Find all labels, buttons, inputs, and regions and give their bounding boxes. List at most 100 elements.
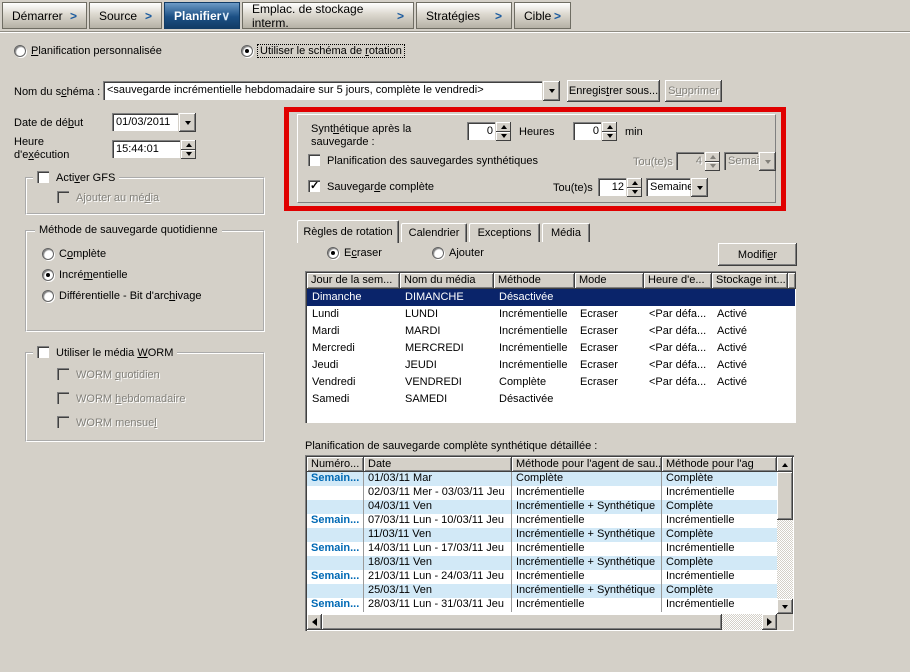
radio-overwrite[interactable]: Ecraser bbox=[327, 247, 382, 259]
wizard-tab-planifier[interactable]: Planifier ∨ bbox=[164, 2, 240, 29]
worm-monthly-checkbox: ✓ WORM mensuel bbox=[57, 416, 157, 429]
table-row[interactable]: 04/03/11 VenIncrémentielle + Synthétique… bbox=[307, 500, 777, 514]
cell-time: <Par défa... bbox=[644, 374, 712, 391]
scroll-right-button[interactable] bbox=[762, 614, 777, 630]
cell-mode: Ecraser bbox=[575, 306, 644, 323]
scroll-left-button[interactable] bbox=[307, 614, 322, 630]
table-row[interactable]: Semain...21/03/11 Lun - 24/03/11 JeuIncr… bbox=[307, 570, 777, 584]
tab-label: Exceptions bbox=[478, 227, 532, 239]
exec-time-spinner[interactable]: 15:44:01 bbox=[112, 140, 196, 159]
tab-label: Calendrier bbox=[409, 227, 460, 239]
scrollbar-thumb[interactable] bbox=[777, 472, 793, 520]
column-header-time[interactable]: Heure d'e... bbox=[644, 273, 712, 289]
table-row-lundi[interactable]: LundiLUNDIIncrémentielleEcraser<Par défa… bbox=[307, 306, 795, 323]
dropdown-button[interactable] bbox=[691, 178, 708, 197]
table-row[interactable]: Semain...14/03/11 Lun - 17/03/11 JeuIncr… bbox=[307, 542, 777, 556]
cell-date: 21/03/11 Lun - 24/03/11 Jeu bbox=[364, 570, 512, 584]
cell-second-method: Complète bbox=[662, 556, 777, 570]
table-row-mardi[interactable]: MardiMARDIIncrémentielleEcraser<Par défa… bbox=[307, 323, 795, 340]
tab-media[interactable]: Média bbox=[542, 223, 590, 242]
column-header-media[interactable]: Nom du média bbox=[400, 273, 494, 289]
spin-up-button[interactable] bbox=[181, 140, 196, 150]
wizard-tab-cible[interactable]: Cible > bbox=[514, 2, 571, 29]
next-arrow-icon: > bbox=[145, 9, 152, 23]
dropdown-button[interactable] bbox=[179, 113, 196, 132]
cell-method: Complète bbox=[494, 374, 575, 391]
synthetic-minutes-spinner[interactable]: 0 bbox=[573, 122, 617, 141]
synthetic-panel: Synthétique après la sauvegarde : 0 Heur… bbox=[297, 114, 776, 203]
wizard-tab-source[interactable]: Source > bbox=[89, 2, 162, 29]
full-backup-count-spinner[interactable]: 12 bbox=[598, 178, 642, 197]
spin-up-button[interactable] bbox=[602, 122, 617, 132]
wizard-tab-staging[interactable]: Emplac. de stockage interm. > bbox=[242, 2, 414, 29]
table-row-vendredi[interactable]: VendrediVENDREDIComplèteEcraser<Par défa… bbox=[307, 374, 795, 391]
tab-exceptions[interactable]: Exceptions bbox=[469, 223, 540, 242]
use-worm-checkbox[interactable]: ✓ Utiliser le média WORM bbox=[33, 346, 177, 359]
radio-method-incremental[interactable]: Incrémentielle bbox=[42, 269, 128, 281]
table-row[interactable]: Semain...07/03/11 Lun - 10/03/11 JeuIncr… bbox=[307, 514, 777, 528]
save-as-button[interactable]: Enregistrer sous... bbox=[567, 80, 660, 102]
column-header-date[interactable]: Date bbox=[364, 457, 512, 472]
modify-button[interactable]: Modifier bbox=[718, 243, 797, 266]
dropdown-button[interactable] bbox=[543, 81, 560, 101]
cell-mode: Ecraser bbox=[575, 374, 644, 391]
schema-name-combobox[interactable]: <sauvegarde incrémentielle hebdomadaire … bbox=[103, 81, 560, 101]
radio-custom-schedule[interactable]: Planification personnalisée bbox=[14, 45, 162, 57]
scrollbar-thumb[interactable] bbox=[322, 614, 722, 630]
column-header-second-method[interactable]: Méthode pour l'ag bbox=[662, 457, 777, 472]
radio-method-full[interactable]: Complète bbox=[42, 248, 106, 260]
checkbox-label: Planification des sauvegardes synthétiqu… bbox=[327, 155, 538, 167]
column-header-day[interactable]: Jour de la sem... bbox=[307, 273, 400, 289]
enable-gfs-checkbox[interactable]: ✓ Activer GFS bbox=[33, 171, 119, 184]
cell-week bbox=[307, 486, 364, 500]
spin-up-button[interactable] bbox=[627, 178, 642, 188]
tab-calendar[interactable]: Calendrier bbox=[401, 223, 467, 242]
table-row-jeudi[interactable]: JeudiJEUDIIncrémentielleEcraser<Par défa… bbox=[307, 357, 795, 374]
spin-down-icon bbox=[632, 190, 638, 194]
table-row[interactable]: Semain...28/03/11 Lun - 31/03/11 JeuIncr… bbox=[307, 598, 777, 612]
horizontal-scrollbar[interactable] bbox=[307, 614, 777, 630]
table-row[interactable]: 11/03/11 VenIncrémentielle + Synthétique… bbox=[307, 528, 777, 542]
gfs-groupbox: ✓ Activer GFS ✓ Ajouter au média bbox=[25, 177, 265, 215]
table-row[interactable]: 18/03/11 VenIncrémentielle + Synthétique… bbox=[307, 556, 777, 570]
synthetic-plan-checkbox[interactable]: ✓ Planification des sauvegardes synthéti… bbox=[308, 154, 538, 167]
table-row-mercredi[interactable]: MercrediMERCREDIIncrémentielleEcraser<Pa… bbox=[307, 340, 795, 357]
full-backup-unit-dropdown[interactable]: Semaine(s) bbox=[646, 178, 708, 197]
vertical-scrollbar[interactable] bbox=[777, 457, 793, 614]
spin-down-button[interactable] bbox=[627, 188, 642, 198]
cell-date: 25/03/11 Ven bbox=[364, 584, 512, 598]
column-header-agent-method[interactable]: Méthode pour l'agent de sau... bbox=[512, 457, 662, 472]
radio-append[interactable]: Ajouter bbox=[432, 247, 484, 259]
radio-label: Ecraser bbox=[344, 247, 382, 259]
radio-method-differential[interactable]: Différentielle - Bit d'archivage bbox=[42, 290, 202, 302]
column-header-number[interactable]: Numéro... bbox=[307, 457, 364, 472]
scroll-up-button[interactable] bbox=[777, 457, 793, 472]
table-row[interactable]: 25/03/11 VenIncrémentielle + Synthétique… bbox=[307, 584, 777, 598]
spin-up-button[interactable] bbox=[496, 122, 511, 132]
count-value: 4 bbox=[676, 152, 705, 171]
radio-rotation-scheme[interactable]: Utiliser le schéma de rotation bbox=[241, 45, 404, 57]
column-header-mode[interactable]: Mode bbox=[575, 273, 644, 289]
cell-agent-method: Incrémentielle bbox=[512, 570, 662, 584]
column-header-method[interactable]: Méthode bbox=[494, 273, 575, 289]
full-backup-checkbox[interactable]: ✓ Sauvegarde complète bbox=[308, 180, 434, 193]
next-arrow-icon: > bbox=[554, 9, 561, 23]
spin-down-button[interactable] bbox=[602, 132, 617, 142]
tab-rotation-rules[interactable]: Règles de rotation bbox=[297, 220, 399, 243]
table-row[interactable]: 02/03/11 Mer - 03/03/11 JeuIncrémentiell… bbox=[307, 486, 777, 500]
cell-staging bbox=[712, 391, 788, 408]
synthetic-hours-spinner[interactable]: 0 bbox=[467, 122, 511, 141]
spin-down-button[interactable] bbox=[181, 150, 196, 160]
table-row-dimanche[interactable]: DimancheDIMANCHEDésactivée bbox=[307, 289, 795, 306]
cell-media: JEUDI bbox=[400, 357, 494, 374]
table-row-samedi[interactable]: SamediSAMEDIDésactivée bbox=[307, 391, 795, 408]
wizard-tab-strategies[interactable]: Stratégies > bbox=[416, 2, 512, 29]
column-header-staging[interactable]: Stockage int... bbox=[712, 273, 788, 289]
wizard-tab-demarrer[interactable]: Démarrer > bbox=[2, 2, 87, 29]
tab-label: Règles de rotation bbox=[303, 226, 392, 238]
start-date-picker[interactable]: 01/03/2011 bbox=[112, 113, 196, 132]
table-row[interactable]: Semain...01/03/11 MarComplèteComplète bbox=[307, 472, 777, 486]
spin-down-button[interactable] bbox=[496, 132, 511, 142]
scroll-down-button[interactable] bbox=[777, 599, 793, 614]
cell-date: 14/03/11 Lun - 17/03/11 Jeu bbox=[364, 542, 512, 556]
